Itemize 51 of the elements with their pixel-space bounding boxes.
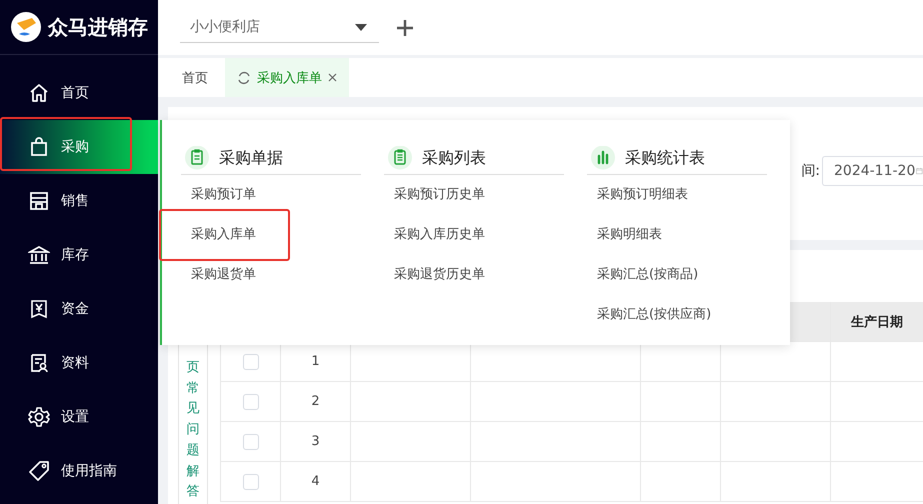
nav-item[interactable]: 资料 <box>0 336 158 390</box>
checkbox[interactable] <box>242 394 258 410</box>
add-icon[interactable] <box>397 20 413 36</box>
menu-item[interactable]: 采购退货单 <box>191 265 256 285</box>
row-number: 4 <box>280 462 350 501</box>
tab[interactable]: 首页 <box>168 58 222 97</box>
nav-item[interactable]: 首页 <box>0 66 158 120</box>
menu-item[interactable]: 采购汇总(按供应商) <box>597 305 712 325</box>
filter-label: 间: <box>801 162 820 180</box>
nav-item[interactable]: 库存 <box>0 228 158 282</box>
bar-chart-icon <box>591 146 615 170</box>
tab[interactable]: 采购入库单 <box>225 58 349 97</box>
close-icon[interactable] <box>328 73 337 82</box>
store-select[interactable]: 小小便利店 <box>180 12 379 42</box>
nav-item[interactable]: 使用指南 <box>0 444 158 498</box>
column-header: 生产日期 <box>830 302 923 341</box>
menu-item[interactable]: 采购明细表 <box>597 225 662 245</box>
menu-item[interactable]: 采购预订单 <box>191 185 256 205</box>
app-name: 众马进销存 <box>48 14 148 40</box>
row-number: 3 <box>280 422 350 461</box>
checkbox[interactable] <box>242 474 258 490</box>
settings-icon <box>28 406 50 428</box>
menu-section-title: 采购单据 <box>219 148 283 168</box>
refresh-icon <box>237 70 251 84</box>
clipboard-icon <box>388 146 412 170</box>
yen-document-icon <box>28 298 50 320</box>
bank-icon <box>28 244 50 266</box>
shopping-bag-icon <box>28 136 50 158</box>
caret-icon <box>355 24 367 30</box>
logo-icon <box>10 11 42 43</box>
menu-item[interactable]: 采购汇总(按商品) <box>597 265 698 285</box>
menu-item[interactable]: 采购入库单 <box>191 225 256 245</box>
checkbox[interactable] <box>242 434 258 450</box>
profile-document-icon <box>28 352 50 374</box>
checkbox[interactable] <box>242 354 258 370</box>
document-icon <box>185 146 209 170</box>
menu-item[interactable]: 采购预订历史单 <box>394 185 485 205</box>
nav-item[interactable]: 资金 <box>0 282 158 336</box>
tag-icon <box>28 460 50 482</box>
home-icon <box>28 82 50 104</box>
storefront-icon <box>28 190 50 212</box>
date-field[interactable]: 2024-11-20 <box>822 156 923 186</box>
menu-section-title: 采购统计表 <box>625 148 705 168</box>
menu-item[interactable]: 采购入库历史单 <box>394 225 485 245</box>
menu-section-title: 采购列表 <box>422 148 486 168</box>
menu-item[interactable]: 采购预订明细表 <box>597 185 688 205</box>
nav-item[interactable]: 销售 <box>0 174 158 228</box>
nav-item[interactable]: 设置 <box>0 390 158 444</box>
menu-item[interactable]: 采购退货历史单 <box>394 265 485 285</box>
row-number: 2 <box>280 382 350 421</box>
nav-item[interactable]: 采购 <box>0 120 158 174</box>
